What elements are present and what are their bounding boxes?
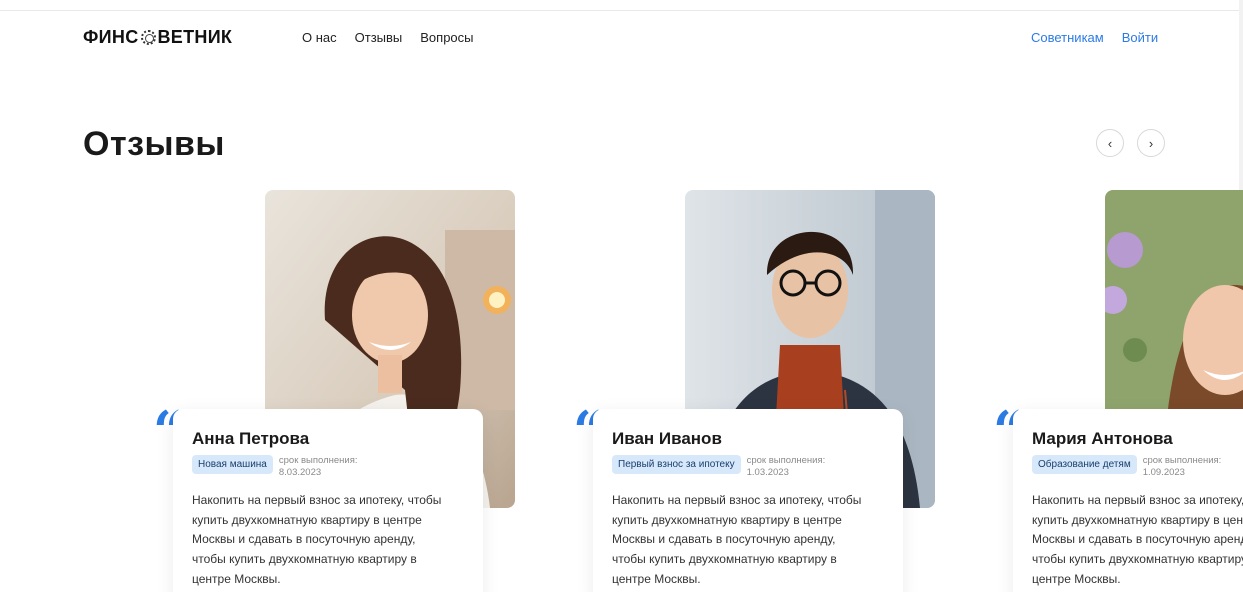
deadline-date: 8.03.2023 (278, 466, 322, 478)
deadline-label: срок выполнения: (746, 455, 826, 466)
reviewer-name: Анна Петрова (192, 429, 310, 448)
chevron-right-icon: › (1148, 135, 1154, 151)
deadline: срок выполнения: 1.03.2023 (747, 455, 826, 479)
deadline-label: срок выполнения: (1142, 455, 1222, 466)
advisors-link[interactable]: Советникам (1031, 30, 1104, 45)
review-text: Накопить на первый взнос за ипотеку, что… (612, 492, 862, 586)
deadline: срок выполнения: 8.03.2023 (279, 455, 358, 479)
review-text: Накопить на первый взнос за ипотеку, что… (192, 492, 442, 586)
top-divider (0, 10, 1243, 11)
logo-icon (140, 30, 156, 45)
logo[interactable]: ФИНС ВЕТНИК (83, 27, 232, 48)
review-text: Накопить на первый взнос за ипотеку, что… (1032, 492, 1243, 586)
deadline-date: 1.03.2023 (746, 466, 789, 478)
nav-reviews[interactable]: Отзывы (355, 30, 403, 45)
logo-text-right: ВЕТНИК (157, 27, 233, 47)
review-card-maria[interactable]: Мария Антонова Образование детям срок вы… (1013, 409, 1243, 592)
deadline: срок выполнения: 1.09.2023 (1143, 455, 1222, 479)
deadline-date: 1.09.2023 (1142, 466, 1185, 478)
login-link[interactable]: Войти (1122, 30, 1158, 45)
page-title: Отзывы (83, 125, 225, 163)
main-nav: О нас Отзывы Вопросы (302, 30, 474, 45)
reviewer-name: Иван Иванов (612, 429, 722, 448)
nav-about[interactable]: О нас (302, 30, 337, 45)
review-card-anna[interactable]: Анна Петрова Новая машина срок выполнени… (173, 409, 483, 592)
review-card-ivan[interactable]: Иван Иванов Первый взнос за ипотеку срок… (593, 409, 903, 592)
page: ФИНС ВЕТНИК О нас Отзывы Вопросы Советни… (0, 0, 1243, 592)
chevron-left-icon: ‹ (1107, 135, 1113, 151)
nav-questions[interactable]: Вопросы (420, 30, 473, 45)
logo-text-left: ФИНС (83, 27, 139, 47)
header-actions: Советникам Войти (1031, 30, 1158, 45)
prev-button[interactable]: ‹ (1096, 129, 1124, 157)
review-meta: Образование детям срок выполнения: 1.09.… (1032, 455, 1243, 479)
deadline-label: срок выполнения: (278, 455, 358, 466)
goal-badge: Первый взнос за ипотеку (612, 455, 741, 474)
review-meta: Первый взнос за ипотеку срок выполнения:… (612, 455, 884, 479)
goal-badge: Образование детям (1032, 455, 1137, 474)
reviewer-name: Мария Антонова (1032, 429, 1173, 448)
review-meta: Новая машина срок выполнения: 8.03.2023 (192, 455, 464, 479)
next-button[interactable]: › (1137, 129, 1165, 157)
goal-badge: Новая машина (192, 455, 273, 474)
